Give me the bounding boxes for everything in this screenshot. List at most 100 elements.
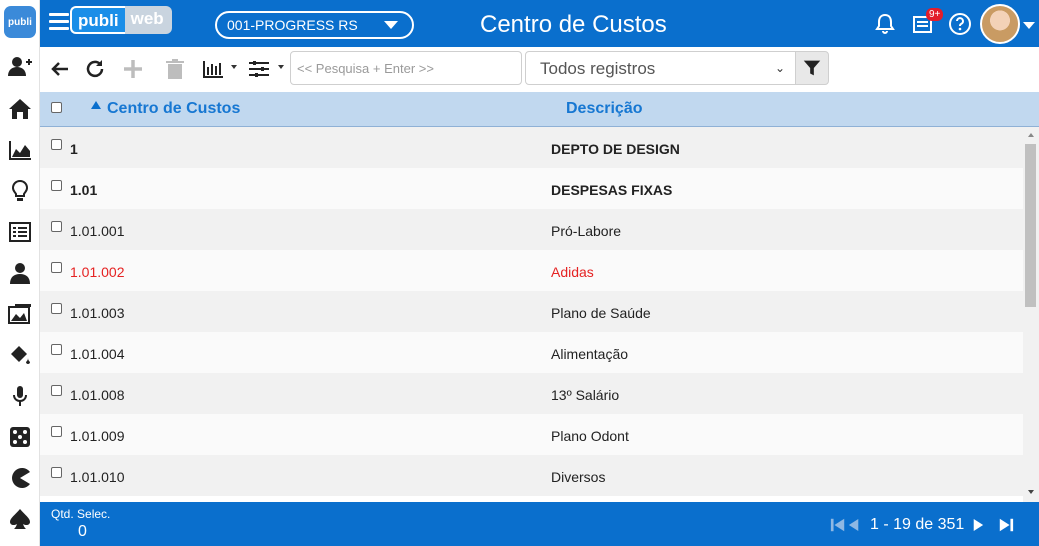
media-icon[interactable] [5,299,35,329]
cell-code: 1.01.008 [70,387,125,403]
refresh-icon [86,60,104,78]
row-checkbox[interactable] [51,303,62,314]
home-icon[interactable] [5,94,35,124]
refresh-button[interactable] [81,55,109,83]
chart-area-icon[interactable] [5,135,35,165]
chevron-down-icon[interactable] [278,65,284,69]
company-select[interactable]: 001-PROGRESS RS [215,11,414,39]
table-row[interactable]: 1.01.010 Diversos [40,455,1023,496]
cell-code: 1.01.002 [70,264,125,280]
pager: 1 - 19 de 351 [830,514,1016,536]
search-input[interactable] [290,51,522,85]
paint-bucket-icon[interactable] [5,340,35,370]
row-checkbox[interactable] [51,426,62,437]
add-user-icon[interactable] [5,52,35,82]
settings-button[interactable] [245,55,273,83]
cell-code: 1 [70,141,78,157]
top-header: publi web 001-PROGRESS RS Centro de Cust… [40,0,1039,47]
scroll-thumb[interactable] [1025,144,1036,307]
table-row[interactable]: 1.01.003 Plano de Saúde [40,291,1023,332]
dice-icon[interactable] [5,422,35,452]
filter-icon [803,60,821,76]
table-row[interactable]: 1 DEPTO DE DESIGN [40,127,1023,168]
chevron-down-icon[interactable] [231,65,237,69]
row-checkbox[interactable] [51,139,62,150]
lightbulb-icon[interactable] [5,176,35,206]
brand-left: publi [70,6,125,34]
person-icon[interactable] [5,258,35,288]
cell-code: 1.01.001 [70,223,125,239]
prev-page-icon [848,519,859,531]
footer-bar: Qtd. Selec. 0 1 - 19 de 351 [40,502,1039,546]
filter-button[interactable] [795,51,829,85]
spade-icon[interactable] [5,504,35,534]
cell-description: DESPESAS FIXAS [551,182,673,198]
cell-code: 1.01.004 [70,346,125,362]
delete-button[interactable] [161,55,189,83]
cell-description: DEPTO DE DESIGN [551,141,680,157]
left-rail: publi [0,0,40,546]
first-page-button[interactable] [830,516,846,534]
cell-code: 1.01.010 [70,469,125,485]
column-header-code[interactable]: Centro de Custos [107,100,240,118]
add-button[interactable] [119,55,147,83]
table-row[interactable]: 1.01.004 Alimentação [40,332,1023,373]
row-checkbox[interactable] [51,385,62,396]
cell-description: Plano de Saúde [551,305,651,321]
help-icon[interactable] [948,12,972,36]
page-title: Centro de Custos [480,11,667,38]
sort-asc-icon[interactable] [91,101,101,109]
trash-icon [166,59,184,79]
row-checkbox[interactable] [51,344,62,355]
arrow-left-icon [51,62,68,76]
column-header-description[interactable]: Descrição [566,100,643,118]
plus-icon [124,60,142,78]
microphone-icon[interactable] [5,381,35,411]
first-page-icon [830,518,845,532]
table-body: 1 DEPTO DE DESIGN 1.01 DESPESAS FIXAS 1.01… [40,127,1023,502]
notification-badge: 9+ [926,8,944,21]
table-row[interactable]: 1.01.001 Pró-Labore [40,209,1023,250]
list-icon[interactable] [5,217,35,247]
bell-icon[interactable] [873,12,897,36]
cell-code: 1.01.003 [70,305,125,321]
table-row[interactable]: 1.01.009 Plano Odont [40,414,1023,455]
next-page-button[interactable] [972,516,984,534]
table-row[interactable]: 1.01.008 13º Salário [40,373,1023,414]
scroll-down-icon[interactable] [1028,490,1034,494]
cell-description: Alimentação [551,346,629,362]
chart-button[interactable] [199,55,227,83]
cell-description: Pró-Labore [551,223,622,239]
table-row[interactable]: 1.01.002 Adidas [40,250,1023,291]
cell-code: 1.01.009 [70,428,125,444]
cell-description: 13º Salário [551,387,620,403]
next-page-icon [974,519,984,531]
menu-icon[interactable] [49,13,69,33]
app-root: publi publi web 001-PROGRESS RS Centro d… [0,0,1039,546]
bar-chart-icon [203,61,223,78]
row-checkbox[interactable] [51,467,62,478]
cell-description: Diversos [551,469,606,485]
select-all-checkbox[interactable] [51,102,62,113]
chevron-down-icon[interactable] [1023,22,1035,29]
scroll-up-icon[interactable] [1028,133,1034,137]
brand-logo[interactable]: publi web [70,6,172,34]
toolbar: Todos registros ⌄ [40,47,1039,92]
row-checkbox[interactable] [51,221,62,232]
table-row[interactable]: 1.01 DESPESAS FIXAS [40,168,1023,209]
records-filter-value: Todos registros [540,59,656,78]
last-page-button[interactable] [998,516,1014,534]
pacman-icon[interactable] [5,463,35,493]
records-filter-select[interactable]: Todos registros ⌄ [525,51,796,85]
app-logo[interactable]: publi [4,6,36,38]
vertical-scrollbar[interactable] [1023,127,1039,502]
avatar[interactable] [980,4,1020,44]
row-checkbox[interactable] [51,180,62,191]
cell-code: 1.01 [70,182,98,198]
row-checkbox[interactable] [51,262,62,273]
chevron-down-icon [384,21,398,29]
back-button[interactable] [46,55,74,83]
prev-page-button[interactable] [848,516,860,534]
cell-description: Adidas [551,264,594,280]
chevron-down-icon: ⌄ [774,61,785,75]
